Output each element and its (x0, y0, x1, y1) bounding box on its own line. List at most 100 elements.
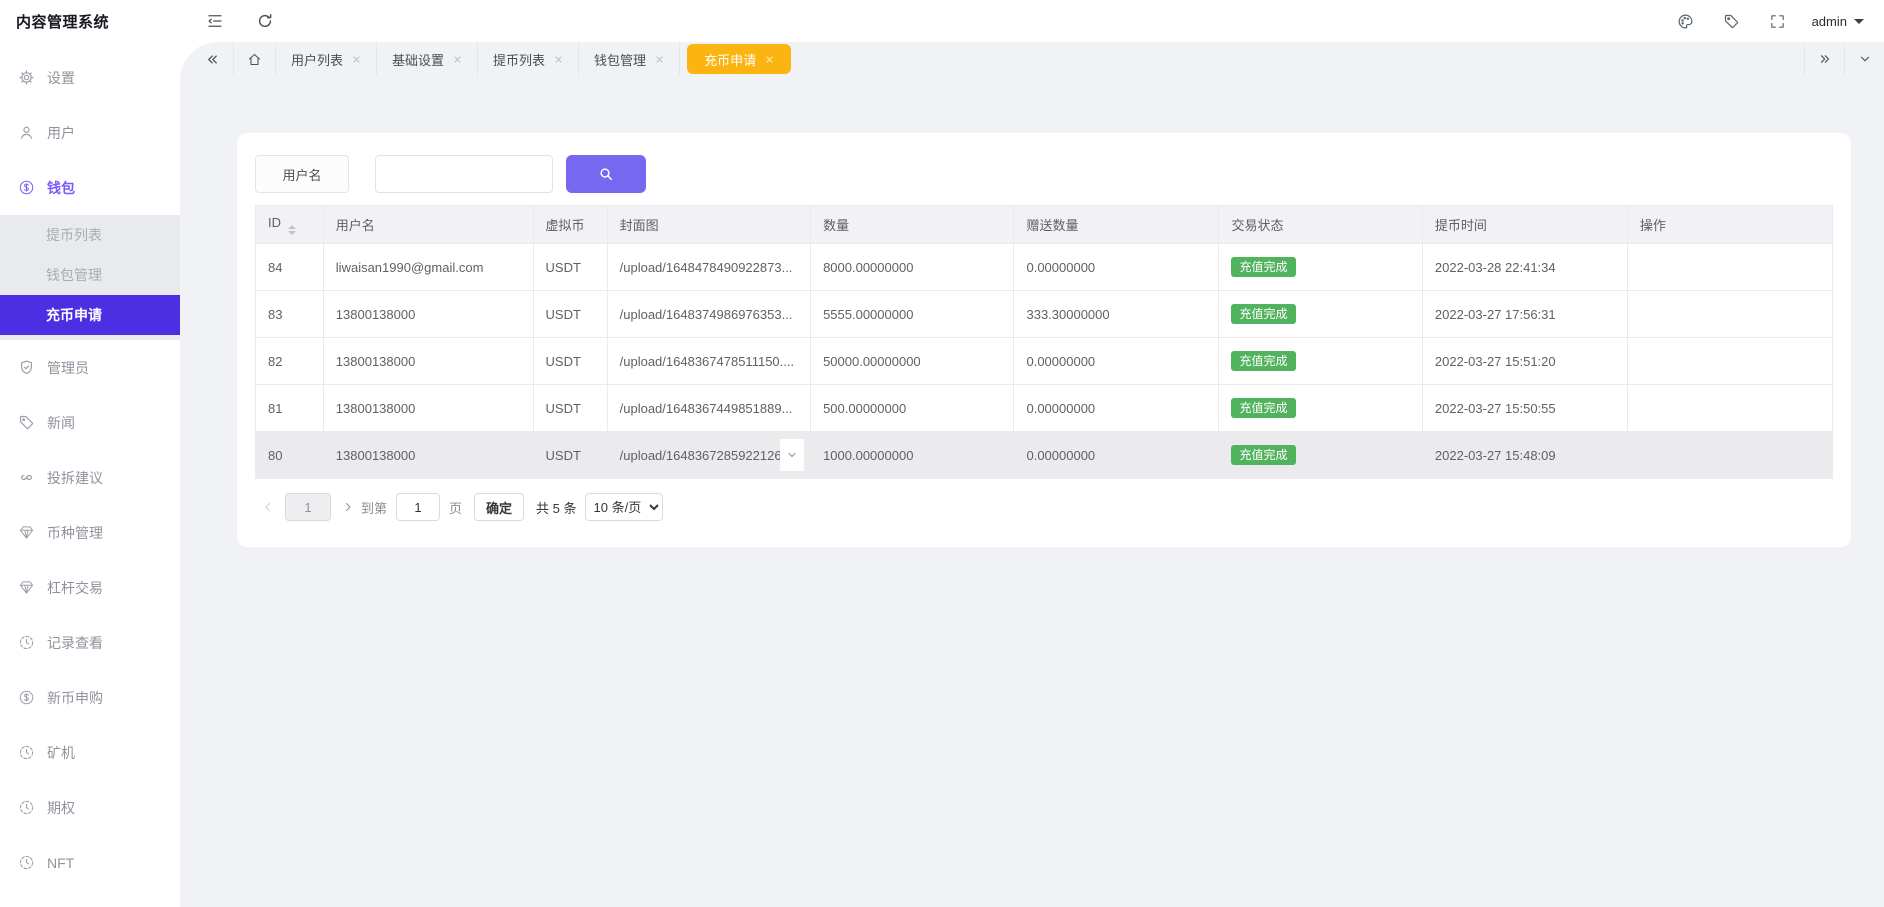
cell-status: 充值完成 (1219, 291, 1422, 338)
sidebar-item-7[interactable]: 币种管理 (0, 505, 180, 560)
user-icon (18, 124, 35, 141)
sidebar-subitem-2[interactable]: 钱包管理 (0, 255, 180, 295)
cell-cover: /upload/1648367285922126. (607, 432, 810, 479)
tab-4[interactable]: 钱包管理 (579, 42, 680, 76)
app-root: 内容管理系统 设置用户钱包提币列表钱包管理充币申请管理员新闻投拆建议币种管理杠杆… (0, 0, 1884, 907)
tab-label: 提币列表 (493, 50, 545, 69)
sidebar-item-label: 记录查看 (47, 633, 103, 653)
history-icon (18, 854, 35, 871)
history-icon (18, 799, 35, 816)
link-icon (18, 469, 35, 486)
sidebar-item-9[interactable]: 记录查看 (0, 615, 180, 670)
fullscreen-icon[interactable] (1769, 13, 1786, 30)
sidebar-item-4[interactable]: 管理员 (0, 340, 180, 395)
cell-coin: USDT (533, 338, 607, 385)
theme-palette-icon[interactable] (1677, 13, 1694, 30)
sidebar-subitem-3[interactable]: 充币申请 (0, 295, 180, 335)
page-content: 用户名 ID用户名虚拟币封面图数量赠送数量交易状态提币时间操作 (180, 76, 1884, 907)
cell-id: 81 (256, 385, 324, 432)
history-icon (18, 744, 35, 761)
app-title: 内容管理系统 (0, 0, 180, 42)
sidebar-item-label: 新闻 (47, 413, 75, 433)
status-badge: 充值完成 (1231, 445, 1295, 465)
goto-confirm-button[interactable]: 确定 (474, 493, 524, 521)
column-header: 封面图 (607, 206, 810, 244)
cell-time: 2022-03-27 15:51:20 (1422, 338, 1627, 385)
expand-cover-icon[interactable] (780, 439, 804, 471)
goto-page-input[interactable] (396, 493, 440, 521)
gem-icon (18, 579, 35, 596)
admin-menu[interactable]: admin (1812, 13, 1864, 29)
column-header: 赠送数量 (1014, 206, 1219, 244)
sidebar-item-5[interactable]: 新闻 (0, 395, 180, 450)
scroll-tabs-left-icon[interactable] (192, 42, 234, 76)
cell-status: 充值完成 (1219, 338, 1422, 385)
collapse-sidebar-icon[interactable] (206, 12, 224, 30)
sidebar-submenu: 提币列表钱包管理充币申请 (0, 215, 180, 340)
sidebar-item-6[interactable]: 投拆建议 (0, 450, 180, 505)
tag-icon[interactable] (1723, 13, 1740, 30)
cell-op (1627, 338, 1832, 385)
gem-icon (18, 524, 35, 541)
tag-icon (18, 414, 35, 431)
close-tab-icon[interactable] (554, 55, 563, 64)
column-header: 虚拟币 (533, 206, 607, 244)
current-page[interactable]: 1 (285, 493, 331, 521)
tab-5[interactable]: 充币申请 (687, 44, 791, 74)
cell-amount: 8000.00000000 (811, 244, 1014, 291)
tab-3[interactable]: 提币列表 (478, 42, 579, 76)
cell-username: liwaisan1990@gmail.com (323, 244, 533, 291)
cell-amount: 500.00000000 (811, 385, 1014, 432)
cell-id: 84 (256, 244, 324, 291)
sidebar-item-label: 币种管理 (47, 523, 103, 543)
column-header: 数量 (811, 206, 1014, 244)
cell-bonus: 0.00000000 (1014, 432, 1219, 479)
sidebar-item-10[interactable]: 新币申购 (0, 670, 180, 725)
cell-bonus: 0.00000000 (1014, 338, 1219, 385)
cell-time: 2022-03-28 22:41:34 (1422, 244, 1627, 291)
cell-time: 2022-03-27 15:48:09 (1422, 432, 1627, 479)
cell-status: 充值完成 (1219, 432, 1422, 479)
sidebar-item-8[interactable]: 杠杆交易 (0, 560, 180, 615)
sidebar-menu: 设置用户钱包提币列表钱包管理充币申请管理员新闻投拆建议币种管理杠杆交易记录查看新… (0, 42, 180, 890)
sidebar-item-11[interactable]: 矿机 (0, 725, 180, 780)
close-tab-icon[interactable] (655, 55, 664, 64)
tab-1[interactable]: 用户列表 (276, 42, 377, 76)
close-tab-icon[interactable] (352, 55, 361, 64)
table-header: ID用户名虚拟币封面图数量赠送数量交易状态提币时间操作 (256, 206, 1833, 244)
tab-options-icon[interactable] (1844, 42, 1884, 76)
table-row: 8013800138000USDT/upload/164836728592212… (256, 432, 1833, 479)
scroll-tabs-right-icon[interactable] (1804, 42, 1844, 76)
prev-page-button[interactable] (255, 493, 281, 521)
main-column: admin 用户列表基础设置提币列表 钱包管理 充币申请 用户名 (180, 0, 1884, 907)
next-page-button[interactable] (335, 493, 361, 521)
tab-label: 充币申请 (704, 50, 756, 69)
status-badge: 充值完成 (1231, 351, 1295, 371)
sidebar-item-12[interactable]: 期权 (0, 780, 180, 835)
status-badge: 充值完成 (1231, 257, 1295, 277)
refresh-icon[interactable] (256, 12, 274, 30)
cell-op (1627, 291, 1832, 338)
search-input[interactable] (375, 155, 553, 193)
sort-icon[interactable] (288, 225, 296, 235)
cell-cover: /upload/1648478490922873... (607, 244, 810, 291)
cell-time: 2022-03-27 17:56:31 (1422, 291, 1627, 338)
cell-op (1627, 432, 1832, 479)
sidebar-item-1[interactable]: 设置 (0, 50, 180, 105)
column-header[interactable]: ID (256, 206, 324, 244)
sidebar-item-13[interactable]: NFT (0, 835, 180, 890)
sidebar-item-3[interactable]: 钱包 (0, 160, 180, 215)
search-button[interactable] (566, 155, 646, 193)
close-tab-icon[interactable] (765, 55, 774, 64)
history-icon (18, 634, 35, 651)
sidebar-item-2[interactable]: 用户 (0, 105, 180, 160)
page-size-select[interactable]: 10 条/页 (585, 493, 663, 521)
close-tab-icon[interactable] (453, 55, 462, 64)
sidebar-subitem-1[interactable]: 提币列表 (0, 215, 180, 255)
search-toolbar: 用户名 (255, 155, 1833, 193)
cell-cover: /upload/1648367478511150.... (607, 338, 810, 385)
column-header: 用户名 (323, 206, 533, 244)
tab-2[interactable]: 基础设置 (377, 42, 478, 76)
column-header: 操作 (1627, 206, 1832, 244)
home-tab[interactable] (234, 42, 276, 76)
